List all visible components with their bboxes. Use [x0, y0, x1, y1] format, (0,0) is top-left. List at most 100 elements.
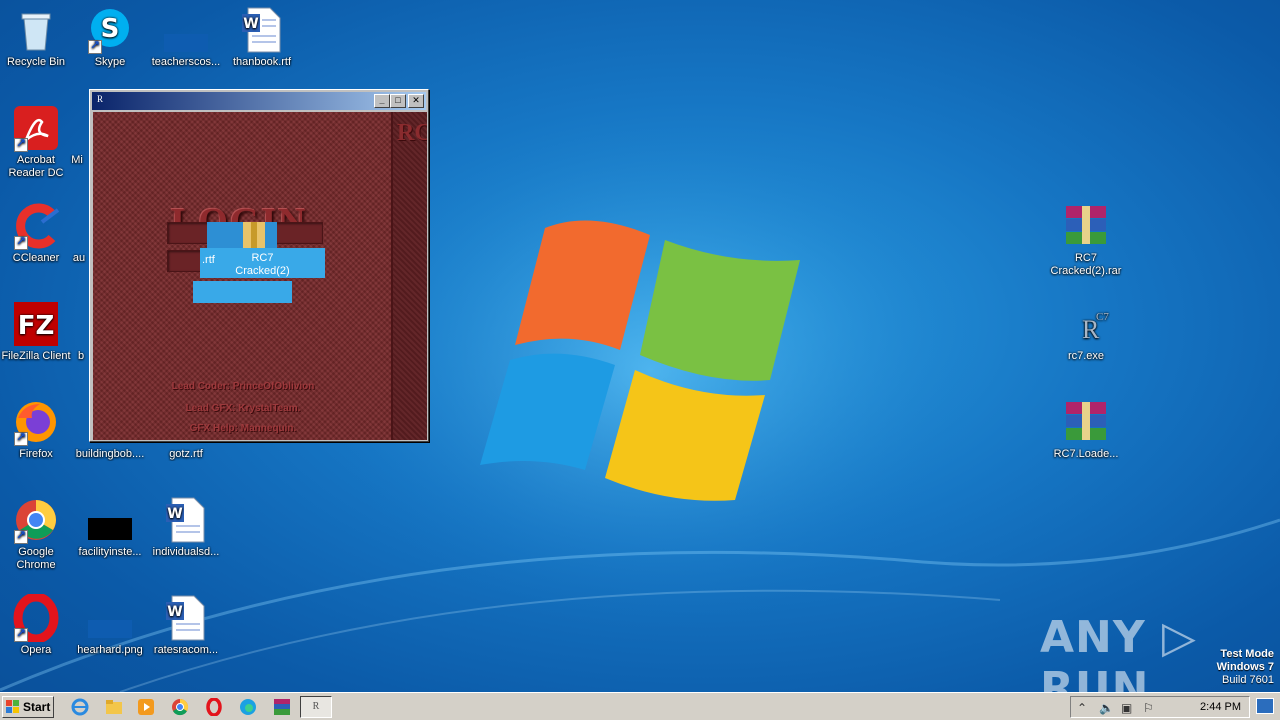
show-desktop-button[interactable]: [1256, 698, 1274, 714]
svg-text:W: W: [167, 506, 182, 522]
shortcut-arrow-icon: [14, 234, 28, 250]
desktop-icon-recycle-bin[interactable]: Recycle Bin: [0, 6, 74, 69]
taskbar-media-player-icon[interactable]: [134, 696, 158, 718]
drag-label-line1: RC7: [251, 252, 274, 264]
tray-expand-icon[interactable]: ⌃: [1077, 701, 1087, 715]
desktop-icon-label: Opera: [20, 644, 52, 656]
winrar-archive-icon: [1062, 398, 1110, 446]
opera-icon: [12, 592, 60, 644]
taskbar-explorer-icon[interactable]: [102, 696, 126, 718]
test-mode-notice: Test Mode Windows 7 Build 7601: [1217, 648, 1274, 687]
app-icon: [71, 300, 91, 348]
app-icon: [67, 104, 87, 152]
image-file-icon: [86, 594, 134, 642]
shortcut-arrow-icon: [14, 528, 28, 544]
svg-text:C7: C7: [1096, 311, 1109, 323]
app-icon: [69, 202, 89, 250]
taskbar-chrome-icon[interactable]: [168, 696, 192, 718]
test-mode-line2: Windows 7: [1216, 661, 1274, 673]
desktop-icon-label: ratesracom...: [153, 644, 219, 656]
desktop-icon-label: buildingbob....: [75, 448, 145, 460]
shortcut-arrow-icon: [14, 626, 28, 642]
word-document-icon: W: [162, 594, 210, 642]
taskbar-winrar-icon[interactable]: [270, 696, 294, 718]
word-document-icon: W: [238, 6, 286, 54]
clock[interactable]: 2:44 PM: [1200, 701, 1241, 713]
close-button[interactable]: ✕: [408, 94, 424, 108]
desktop-icon-label: CCleaner: [12, 252, 60, 264]
taskbar-ie-icon[interactable]: [68, 696, 92, 718]
taskbar: Start R ⌃ 🔈 ▣ ⚐ 2:44 PM: [0, 692, 1280, 720]
drag-label-line2: Cracked(2): [235, 265, 290, 277]
drag-ghost-label: .rtf RC7 Cracked(2): [200, 248, 325, 278]
winrar-archive-icon: [1062, 202, 1110, 250]
desktop-icon-label: individualsd...: [152, 546, 220, 558]
drag-ghost-selection: [193, 281, 292, 303]
desktop-icon-opera[interactable]: Opera: [0, 592, 74, 657]
filezilla-icon: FZ: [12, 300, 60, 348]
desktop-icon-rc7-cracked-rar[interactable]: RC7 Cracked(2).rar: [1048, 202, 1124, 278]
minimize-button[interactable]: _: [374, 94, 390, 108]
desktop-icon-filezilla[interactable]: FZ FileZilla Client: [0, 300, 74, 363]
acrobat-icon: [12, 104, 60, 152]
desktop-icon-chrome[interactable]: Google Chrome: [0, 496, 74, 572]
file-icon: [86, 496, 134, 544]
recycle-bin-icon: [12, 6, 60, 54]
maximize-button[interactable]: □: [390, 94, 406, 108]
desktop-icon-label: FileZilla Client: [1, 350, 71, 362]
word-document-icon: W: [162, 496, 210, 544]
dragged-archive-icon: [243, 222, 265, 248]
desktop-icon-label: rc7.exe: [1067, 350, 1105, 362]
start-label: Start: [23, 700, 51, 714]
desktop-icon-mi[interactable]: Mi: [62, 104, 92, 167]
rc7-exe-icon: R C7: [1062, 300, 1110, 348]
taskbar-opera-icon[interactable]: [202, 696, 226, 718]
test-mode-line1: Test Mode: [1220, 648, 1274, 660]
firefox-icon: [12, 398, 60, 446]
desktop-icon-label: RC7 Cracked(2).rar: [1050, 252, 1122, 277]
rc7-side-logo: RC7: [397, 120, 427, 146]
rc7-side-strip: RC7: [391, 112, 427, 440]
desktop-icon-label: RC7.Loade...: [1053, 448, 1119, 460]
volume-icon[interactable]: 🔈: [1099, 701, 1114, 715]
skype-icon: S: [86, 6, 134, 54]
taskbar-rc7-button[interactable]: R: [300, 696, 332, 718]
network-icon[interactable]: ▣: [1121, 701, 1132, 715]
desktop-icon-teachers[interactable]: teacherscos...: [148, 6, 224, 69]
desktop-icon-label: Recycle Bin: [6, 56, 66, 68]
desktop-icon-skype[interactable]: S Skype: [72, 6, 148, 69]
shortcut-arrow-icon: [14, 136, 28, 152]
chrome-icon: [12, 496, 60, 544]
shortcut-arrow-icon: [88, 38, 102, 54]
ccleaner-icon: [12, 202, 60, 250]
drag-partial-label: .rtf: [202, 254, 215, 266]
desktop-icon-label: thanbook.rtf: [232, 56, 292, 68]
desktop-icon-firefox[interactable]: Firefox: [0, 398, 74, 461]
desktop-icon-rc7-loader[interactable]: RC7.Loade...: [1048, 398, 1124, 461]
drag-ghost-icon-area: [207, 222, 277, 248]
desktop-icon-facility[interactable]: facilityinste...: [72, 496, 148, 559]
svg-text:S: S: [101, 14, 120, 44]
desktop-icon-label: facilityinste...: [78, 546, 142, 558]
window-titlebar[interactable]: R _ □ ✕: [92, 92, 426, 110]
action-center-flag-icon[interactable]: ⚐: [1143, 701, 1154, 715]
svg-text:FZ: FZ: [18, 311, 55, 341]
svg-text:W: W: [167, 604, 182, 620]
desktop-icon-rc7-exe[interactable]: R C7 rc7.exe: [1048, 300, 1124, 363]
windows-flag-icon: [6, 700, 19, 713]
desktop-icon-ratesracom[interactable]: W ratesracom...: [148, 594, 224, 657]
start-button[interactable]: Start: [2, 696, 54, 718]
rc7-title-icon: R: [97, 94, 104, 104]
desktop-icon-hearhard[interactable]: hearhard.png: [72, 594, 148, 657]
desktop-icon-ccleaner[interactable]: CCleaner: [0, 202, 74, 265]
shortcut-arrow-icon: [14, 430, 28, 446]
taskbar-edge-icon[interactable]: [236, 696, 260, 718]
desktop-icon-label: Mi: [71, 154, 83, 166]
credit-lead-gfx: Lead GFX: KrystalTeam.: [185, 403, 301, 414]
desktop-icon-individuals[interactable]: W individualsd...: [148, 496, 224, 559]
test-mode-line3: Build 7601: [1222, 674, 1274, 686]
desktop-icon-label: gotz.rtf: [169, 448, 203, 460]
desktop-icon-thanbook[interactable]: W thanbook.rtf: [224, 6, 300, 69]
desktop-icon-label: Skype: [94, 56, 126, 68]
desktop-icon-label: hearhard.png: [77, 644, 143, 656]
